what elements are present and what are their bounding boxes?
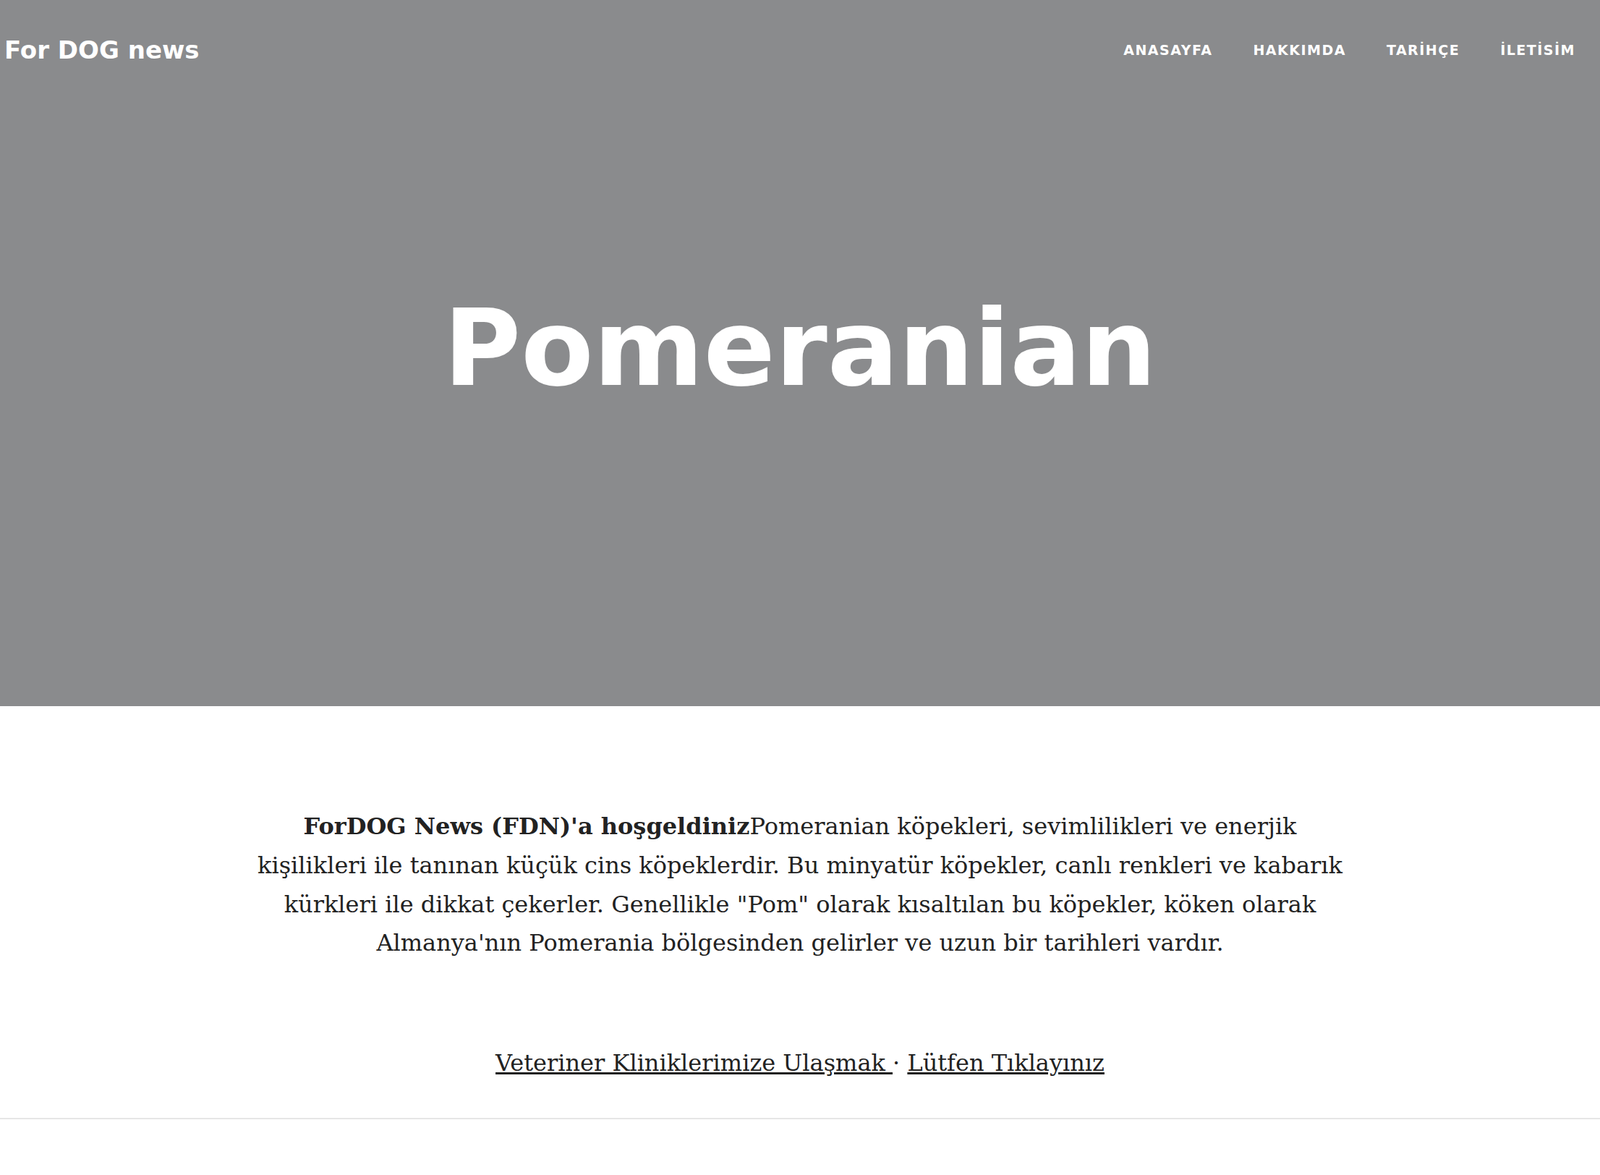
brand-link[interactable]: For DOG news	[4, 31, 200, 69]
clinics-link[interactable]: Veteriner Kliniklerimize Ulaşmak	[495, 1048, 893, 1077]
intro-bold: ForDOG News (FDN)'a hoşgeldiniz	[303, 812, 751, 840]
footer-space	[0, 1118, 1600, 1163]
link-row: Veteriner Kliniklerimize Ulaşmak · Lütfe…	[250, 1043, 1350, 1118]
nav-link[interactable]: HAKKIMDA	[1252, 39, 1347, 61]
divider	[0, 1117, 1600, 1119]
nav-link[interactable]: İLETİSİM	[1500, 39, 1576, 61]
hero-title-area: Pomeranian	[0, 68, 1600, 706]
link-separator: ·	[892, 1048, 908, 1077]
hero-banner: For DOG news ANASAYFA HAKKIMDA TARİHÇE İLETİ…	[0, 0, 1600, 706]
hero-title: Pomeranian	[443, 292, 1156, 404]
nav-links: ANASAYFA HAKKIMDA TARİHÇE İLETİSİM	[1123, 39, 1576, 61]
click-link[interactable]: Lütfen Tıklayınız	[907, 1048, 1105, 1077]
intro-paragraph: ForDOG News (FDN)'a hoşgeldinizPomerania…	[250, 807, 1350, 963]
nav-link[interactable]: ANASAYFA	[1123, 39, 1213, 61]
content: ForDOG News (FDN)'a hoşgeldinizPomerania…	[235, 705, 1365, 1118]
navbar: For DOG news ANASAYFA HAKKIMDA TARİHÇE İLETİ…	[0, 0, 1600, 69]
nav-link[interactable]: TARİHÇE	[1386, 39, 1460, 61]
